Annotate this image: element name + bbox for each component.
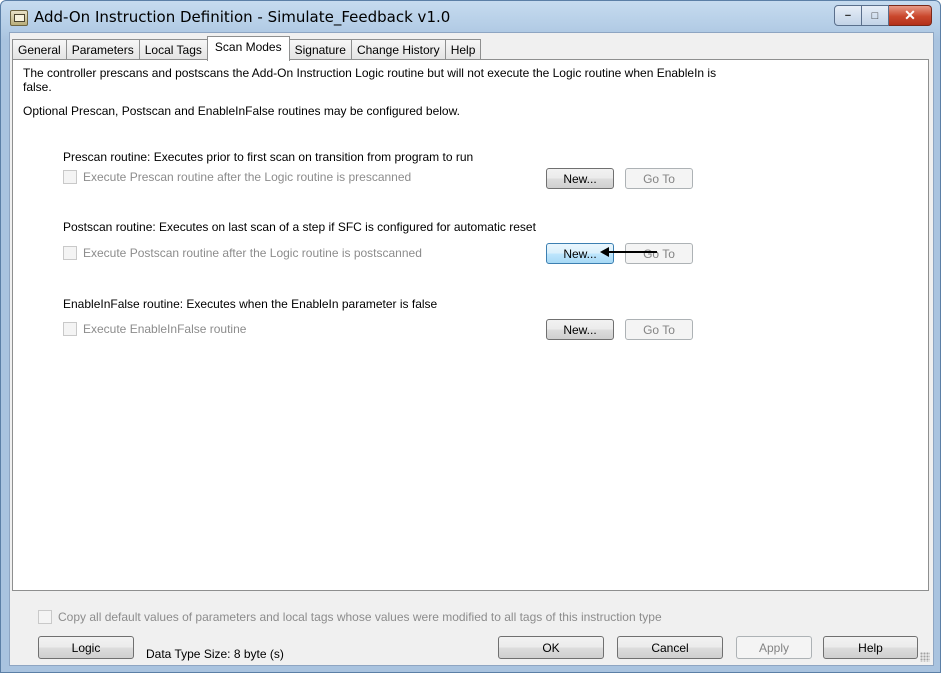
callout-arrow-icon <box>600 247 609 257</box>
help-button[interactable]: Help <box>823 636 918 659</box>
tab-local-tags[interactable]: Local Tags <box>138 39 208 60</box>
tab-signature[interactable]: Signature <box>288 39 352 60</box>
prescan-checkbox-row[interactable]: Execute Prescan routine after the Logic … <box>63 170 411 184</box>
tab-general[interactable]: General <box>12 39 67 60</box>
prescan-new-button[interactable]: New... <box>546 168 614 189</box>
tab-scan-modes[interactable]: Scan Modes <box>206 36 290 61</box>
title-bar[interactable]: Add-On Instruction Definition - Simulate… <box>1 1 940 33</box>
prescan-goto-button[interactable]: Go To <box>625 168 693 189</box>
tab-change-history[interactable]: Change History <box>350 39 446 60</box>
prescan-label: Prescan routine: Executes prior to first… <box>63 150 474 164</box>
tab-parameters[interactable]: Parameters <box>65 39 140 60</box>
resize-grip-icon[interactable] <box>920 652 930 662</box>
enableinfalse-checkbox[interactable] <box>63 322 77 336</box>
callout-arrow-line <box>607 251 657 253</box>
enableinfalse-new-button[interactable]: New... <box>546 319 614 340</box>
prescan-checkbox-label: Execute Prescan routine after the Logic … <box>83 170 412 184</box>
copy-defaults-checkbox[interactable] <box>38 610 52 624</box>
close-icon: ✕ <box>904 7 916 23</box>
maximize-button[interactable]: □ <box>862 5 889 26</box>
dialog-client-area: General Parameters Local Tags Scan Modes… <box>9 32 934 666</box>
enableinfalse-checkbox-row[interactable]: Execute EnableInFalse routine <box>63 322 246 336</box>
tab-strip: General Parameters Local Tags Scan Modes… <box>12 36 482 61</box>
optional-routines-note: Optional Prescan, Postscan and EnableInF… <box>23 104 460 118</box>
cancel-button[interactable]: Cancel <box>617 636 723 659</box>
close-button[interactable]: ✕ <box>889 5 932 26</box>
postscan-goto-button[interactable]: Go To <box>625 243 693 264</box>
dialog-window: Add-On Instruction Definition - Simulate… <box>0 0 941 673</box>
logic-button[interactable]: Logic <box>38 636 134 659</box>
tab-help[interactable]: Help <box>444 39 482 60</box>
postscan-label: Postscan routine: Executes on last scan … <box>63 220 536 234</box>
scan-modes-description: The controller prescans and postscans th… <box>23 66 717 94</box>
enableinfalse-checkbox-label: Execute EnableInFalse routine <box>83 322 247 336</box>
postscan-checkbox-row[interactable]: Execute Postscan routine after the Logic… <box>63 246 422 260</box>
data-type-size: Data Type Size: 8 byte (s) <box>146 647 284 661</box>
minimize-icon: − <box>844 9 852 22</box>
apply-button[interactable]: Apply <box>736 636 812 659</box>
scan-modes-panel: The controller prescans and postscans th… <box>12 59 929 591</box>
copy-defaults-label: Copy all default values of parameters an… <box>58 610 662 624</box>
prescan-checkbox[interactable] <box>63 170 77 184</box>
ok-button[interactable]: OK <box>498 636 604 659</box>
window-controls: − □ ✕ <box>834 5 932 26</box>
enableinfalse-label: EnableInFalse routine: Executes when the… <box>63 297 438 311</box>
app-icon <box>10 10 28 26</box>
maximize-icon: □ <box>871 9 879 22</box>
enableinfalse-goto-button[interactable]: Go To <box>625 319 693 340</box>
postscan-checkbox-label: Execute Postscan routine after the Logic… <box>83 246 422 260</box>
window-title: Add-On Instruction Definition - Simulate… <box>34 8 451 26</box>
postscan-checkbox[interactable] <box>63 246 77 260</box>
copy-defaults-row[interactable]: Copy all default values of parameters an… <box>38 610 662 624</box>
minimize-button[interactable]: − <box>834 5 862 26</box>
